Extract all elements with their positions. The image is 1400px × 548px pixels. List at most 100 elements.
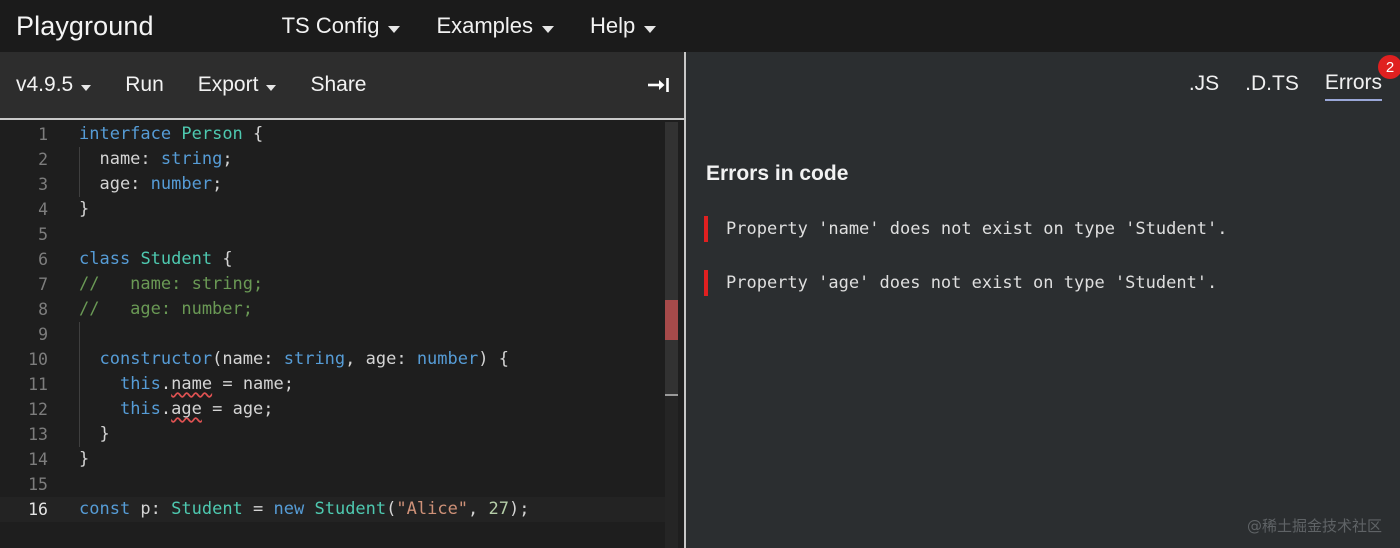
export-label: Export [197,73,259,96]
code-line[interactable]: 2 name: string; [0,147,665,172]
chevron-down-icon [388,25,401,33]
code-token: (name: [212,349,284,369]
nav-menu-help[interactable]: Help [590,13,657,39]
code-token: const [79,499,131,519]
line-number: 16 [28,500,48,519]
app-title: Playground [16,10,154,41]
top-navigation-bar: Playground TS Config Examples Help [0,0,1400,52]
code-line[interactable]: 9 [0,322,665,347]
code-token-error: name [171,374,213,394]
line-number: 9 [38,325,48,344]
code-line[interactable]: 6 class Student { [0,247,665,272]
tab-js[interactable]: .JS [1189,72,1219,100]
code-token: Student [140,249,213,269]
code-line[interactable]: 12 this.age = age; [0,397,665,422]
tab-errors-label: Errors [1324,71,1382,94]
code-line[interactable]: 10 constructor(name: string, age: number… [0,347,665,372]
error-marker[interactable] [665,300,678,340]
error-list: Property 'name' does not exist on type '… [704,216,1384,324]
tab-dts[interactable]: .D.TS [1245,72,1299,100]
line-number: 13 [28,425,48,444]
watermark-text: @稀土掘金技术社区 [1246,517,1382,535]
share-button[interactable]: Share [310,73,366,97]
code-token: // age: number; [79,299,253,319]
run-label: Run [125,73,164,96]
code-line-text: } [48,197,89,222]
code-line[interactable]: 13 } [0,422,665,447]
code-line[interactable]: 8 // age: number; [0,297,665,322]
code-line-text: constructor(name: string, age: number) { [48,347,508,372]
code-line[interactable]: 5 [0,222,665,247]
code-token: Student [171,499,243,519]
code-token: { [242,124,264,144]
version-selector[interactable]: v4.9.5 [16,73,92,97]
code-token: class [79,249,131,269]
line-number: 12 [28,400,48,419]
code-line-text: class Student { [48,247,233,272]
code-line[interactable]: 1 interface Person { [0,122,665,147]
error-message: Property 'name' does not exist on type '… [726,219,1228,239]
nav-menu-ts-config-label: TS Config [281,13,380,38]
code-token: // name: string; [79,274,264,294]
arrow-right-to-bar-icon[interactable] [646,73,672,97]
export-button[interactable]: Export [198,73,277,97]
line-number: 3 [38,175,48,194]
code-token: 27 [488,499,510,519]
errors-heading: Errors in code [706,162,849,185]
code-token: interface [79,124,172,144]
code-line[interactable]: 4} [0,197,665,222]
code-line[interactable]: 3 age: number; [0,172,665,197]
code-line-text: } [48,422,110,447]
error-item[interactable]: Property 'age' does not exist on type 'S… [704,270,1384,296]
code-token: ( [386,499,397,519]
code-line[interactable]: 15 [0,472,665,497]
indent-guide [79,322,80,347]
line-number: 10 [28,350,48,369]
code-token: string [160,149,223,169]
code-token: , age: [345,349,417,369]
code-token: new [273,499,305,519]
code-token: = name; [212,374,294,394]
code-token: p: [130,499,172,519]
code-line-text: const p: Student = new Student("Alice", … [48,497,530,522]
tab-errors[interactable]: Errors 2 [1324,55,1400,101]
code-token: . [160,374,172,394]
code-line[interactable]: 16 const p: Student = new Student("Alice"… [0,497,665,522]
share-label: Share [310,73,367,96]
code-line-text: age: number; [48,172,222,197]
code-token: , [468,499,489,519]
code-line[interactable]: 14} [0,447,665,472]
code-token: ); [509,499,530,519]
code-token: Person [181,124,243,144]
output-panel: .JS .D.TS Errors 2 Errors in code Proper… [686,52,1400,548]
code-token-error: age [171,399,202,419]
tab-js-label: .JS [1188,72,1220,95]
editor-overview-ruler[interactable] [665,122,678,548]
run-button[interactable]: Run [125,73,164,97]
nav-menu-examples-label: Examples [436,13,534,38]
chevron-down-icon [644,25,657,33]
code-token: this [119,374,161,394]
nav-menu-ts-config[interactable]: TS Config [282,13,401,39]
chevron-down-icon [81,85,92,91]
line-number: 14 [28,450,48,469]
code-token: { [212,249,233,269]
code-token: age: [79,174,151,194]
nav-menu-examples[interactable]: Examples [436,13,555,39]
code-token: this [119,399,161,419]
tab-dts-label: .D.TS [1245,72,1299,95]
code-token: ; [222,149,233,169]
code-line-text: this.name = name; [48,372,294,397]
line-number: 5 [38,225,48,244]
code-token: name: [79,149,161,169]
error-item[interactable]: Property 'name' does not exist on type '… [704,216,1384,242]
code-line-text: name: string; [48,147,233,172]
line-number: 11 [28,375,48,394]
code-editor[interactable]: 1 interface Person {2 name: string; 3 age:… [0,122,686,548]
code-token: } [79,424,110,444]
editor-scrollbar-thumb[interactable] [665,122,678,394]
code-line[interactable]: 11 this.name = name; [0,372,665,397]
code-line[interactable]: 7 // name: string; [0,272,665,297]
